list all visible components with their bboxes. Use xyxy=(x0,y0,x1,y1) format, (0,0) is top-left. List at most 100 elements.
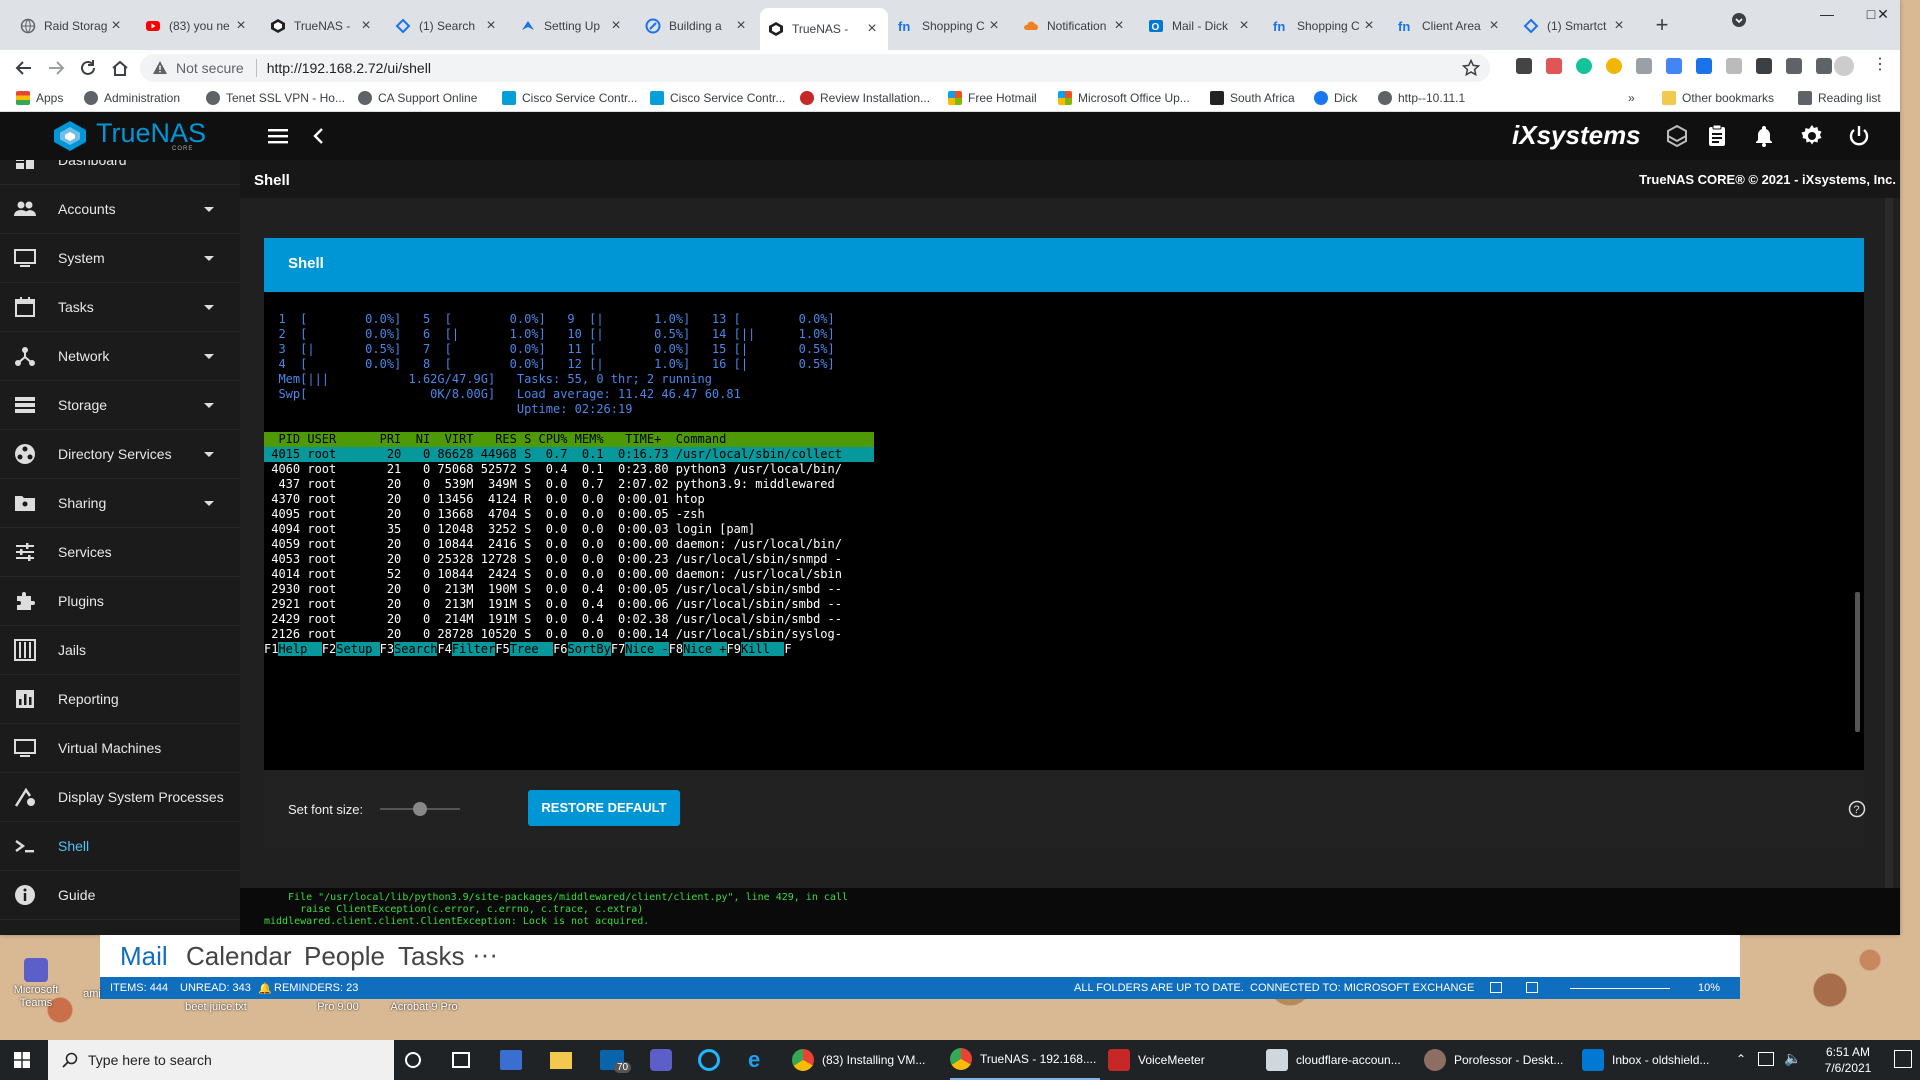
bookmark[interactable]: http--10.11.1 xyxy=(1378,91,1465,105)
bookmark[interactable]: Administration xyxy=(84,91,180,105)
browser-tab[interactable]: fn Shopping C × xyxy=(890,10,1010,42)
tab-search-button[interactable] xyxy=(1724,12,1754,34)
extension-icon[interactable] xyxy=(1546,58,1562,74)
fkey-key[interactable]: F3 xyxy=(380,642,394,656)
taskbar-app[interactable]: Porofessor - Deskt... xyxy=(1424,1040,1574,1080)
back-icon[interactable] xyxy=(14,58,34,78)
bookmark[interactable]: Tenet SSL VPN - Ho... xyxy=(206,91,345,105)
sidebar-item-storage[interactable]: Storage xyxy=(0,381,240,430)
sidebar-item-virtual-machines[interactable]: Virtual Machines xyxy=(0,724,240,773)
close-tab-icon[interactable]: × xyxy=(1486,18,1502,34)
browser-tab[interactable]: (83) you ne × xyxy=(137,10,257,42)
extension-icon[interactable] xyxy=(1696,58,1712,74)
sidebar-item-shell[interactable]: Shell xyxy=(0,822,240,871)
desktop-label[interactable]: beet juice.txt xyxy=(168,1001,264,1014)
extension-icon[interactable] xyxy=(1606,58,1622,74)
desktop-label[interactable]: Pro 9.00 xyxy=(306,1001,370,1014)
reminders-count[interactable]: REMINDERS: 23 xyxy=(274,982,358,994)
windows-start-icon[interactable] xyxy=(14,1052,30,1068)
bookmark[interactable]: CA Support Online xyxy=(358,91,477,105)
other-bookmarks[interactable]: Other bookmarks xyxy=(1662,91,1774,105)
sidebar-item-display-system-processes[interactable]: Display System Processes xyxy=(0,773,240,822)
bell-icon[interactable] xyxy=(1752,124,1776,148)
extension-icon[interactable] xyxy=(1666,58,1682,74)
bookmarks-overflow[interactable]: » xyxy=(1628,91,1635,105)
browser-tab[interactable]: Building a × xyxy=(637,10,757,42)
nav-calendar[interactable]: Calendar xyxy=(186,941,292,972)
close-tab-icon[interactable]: × xyxy=(1611,18,1627,34)
volume-icon[interactable]: 🔈 xyxy=(1784,1050,1801,1080)
browser-tab[interactable]: fn Shopping C × xyxy=(1265,10,1385,42)
sidebar-item-network[interactable]: Network xyxy=(0,332,240,381)
pinned-app-icon[interactable] xyxy=(500,1050,522,1070)
browser-tab[interactable]: TrueNAS - × xyxy=(262,10,382,42)
close-tab-icon[interactable]: × xyxy=(986,18,1002,34)
fkey-key[interactable]: F7 xyxy=(611,642,625,656)
gear-icon[interactable] xyxy=(1800,124,1824,148)
close-tab-icon[interactable]: × xyxy=(483,18,499,34)
help-icon[interactable]: ? xyxy=(1848,800,1866,818)
taskbar-app[interactable]: Inbox - oldshield... xyxy=(1582,1040,1732,1080)
bookmark-star-icon[interactable] xyxy=(1462,59,1480,77)
hamburger-menu-icon[interactable] xyxy=(268,128,288,144)
new-tab-button[interactable]: + xyxy=(1650,14,1674,38)
puzzle-icon[interactable] xyxy=(1756,58,1772,74)
reading-list[interactable]: Reading list xyxy=(1798,91,1881,105)
fkey-label[interactable]: Tree xyxy=(509,642,554,656)
sidebar-item-directory-services[interactable]: Directory Services xyxy=(0,430,240,479)
fkey-label[interactable]: Kill xyxy=(740,642,785,656)
desktop-label[interactable]: Acrobat 9 Pro xyxy=(376,1001,472,1014)
sidebar-item-dashboard[interactable]: Dashboard xyxy=(0,160,240,185)
sidebar-item-plugins[interactable]: Plugins xyxy=(0,577,240,626)
bookmark[interactable]: Microsoft Office Up... xyxy=(1058,91,1190,105)
nav-more[interactable]: ··· xyxy=(472,939,498,970)
extension-icon[interactable] xyxy=(1516,58,1532,74)
nav-mail[interactable]: Mail xyxy=(120,941,168,972)
sidebar-item-guide[interactable]: Guide xyxy=(0,871,240,920)
cortana-ring-icon[interactable] xyxy=(698,1049,720,1071)
truecommand-icon[interactable] xyxy=(1665,124,1689,148)
bookmark[interactable]: Free Hotmail xyxy=(948,91,1037,105)
bookmark[interactable]: Dick xyxy=(1314,91,1357,105)
fkey-label[interactable]: Help xyxy=(278,642,322,656)
ie-icon[interactable]: e xyxy=(748,1049,770,1071)
network-tray-icon[interactable] xyxy=(1758,1052,1774,1066)
close-tab-icon[interactable]: × xyxy=(1111,18,1127,34)
fkey-key[interactable]: F xyxy=(784,642,791,656)
browser-tab[interactable]: Setting Up × xyxy=(512,10,632,42)
fkey-key[interactable]: F8 xyxy=(669,642,683,656)
fkey-key[interactable]: F4 xyxy=(437,642,451,656)
power-icon[interactable] xyxy=(1847,124,1871,148)
fkey-label[interactable]: Filter xyxy=(451,642,496,656)
file-explorer-icon[interactable] xyxy=(550,1052,572,1069)
fkey-key[interactable]: F1 xyxy=(264,642,278,656)
address-bar[interactable]: Not secure http://192.168.2.72/ui/shell xyxy=(140,54,1490,82)
task-view-icon[interactable] xyxy=(452,1052,470,1068)
fkey-label[interactable]: Nice + xyxy=(683,642,727,656)
desktop-label[interactable]: ami xyxy=(80,988,104,1001)
terminal-scrollbar[interactable] xyxy=(1855,592,1860,732)
bookmark[interactable]: South Africa xyxy=(1210,91,1295,105)
teams-taskbar-icon[interactable] xyxy=(650,1049,672,1071)
terminal[interactable]: 1 [ 0.0%] 5 [ 0.0%] 9 [| 1.0%] 13 [ 0.0%… xyxy=(264,292,1864,770)
taskbar-app[interactable]: (83) Installing VM... xyxy=(792,1040,942,1080)
font-size-slider[interactable] xyxy=(380,802,460,816)
grammarly-icon[interactable] xyxy=(1576,58,1592,74)
browser-tab[interactable]: (1) Smartct × xyxy=(1515,10,1635,42)
home-icon[interactable] xyxy=(110,58,130,78)
taskbar-search[interactable]: Type here to search xyxy=(48,1040,394,1080)
browser-tab[interactable]: fn Client Area × xyxy=(1390,10,1510,42)
fkey-key[interactable]: F6 xyxy=(553,642,567,656)
tray-chevron-icon[interactable]: ⌃ xyxy=(1736,1052,1746,1080)
fkey-label[interactable]: SortBy xyxy=(567,642,611,656)
media-icon[interactable] xyxy=(1786,58,1802,74)
bookmark[interactable]: Cisco Service Contr... xyxy=(502,91,637,105)
forward-icon[interactable] xyxy=(46,58,66,78)
browser-tab[interactable]: Notification × xyxy=(1015,10,1135,42)
close-tab-icon[interactable]: × xyxy=(864,21,880,37)
reload-icon[interactable] xyxy=(78,58,98,78)
extension-icon[interactable] xyxy=(1636,58,1652,74)
sidebar-item-jails[interactable]: Jails xyxy=(0,626,240,675)
fkey-label[interactable]: Search xyxy=(394,642,438,656)
close-tab-icon[interactable]: × xyxy=(733,18,749,34)
